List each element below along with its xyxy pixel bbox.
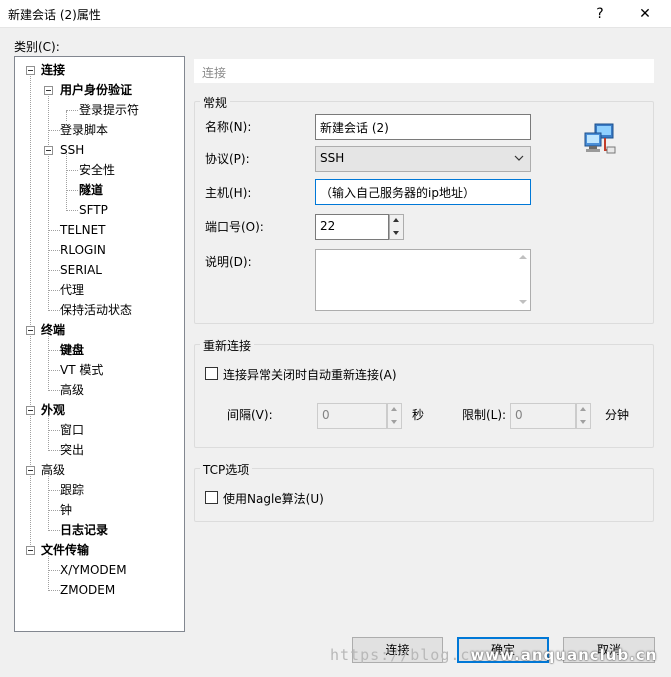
tree-item-ssh[interactable]: SSH xyxy=(60,142,84,158)
interval-spinner[interactable] xyxy=(387,403,402,429)
port-spinner[interactable] xyxy=(389,214,404,240)
reconnect-legend: 重新连接 xyxy=(200,337,255,354)
limit-unit: 分钟 xyxy=(605,408,630,422)
network-computers-icon xyxy=(584,123,616,154)
collapse-appearance-icon[interactable] xyxy=(26,406,35,415)
collapse-advanced-icon[interactable] xyxy=(26,466,35,475)
window-title: 新建会话 (2)属性 xyxy=(8,8,101,22)
limit-field[interactable]: 0 xyxy=(510,403,576,429)
tree-item-highlight[interactable]: 突出 xyxy=(60,442,84,458)
spin-up-icon[interactable] xyxy=(388,404,401,416)
port-label: 端口号(O): xyxy=(205,220,264,234)
tree-item-login-prompt[interactable]: 登录提示符 xyxy=(79,102,139,118)
tcp-legend: TCP选项 xyxy=(200,461,253,478)
protocol-value: SSH xyxy=(320,151,345,165)
description-scrollbar[interactable] xyxy=(515,250,530,310)
nagle-checkbox[interactable] xyxy=(205,491,218,504)
chevron-down-icon xyxy=(514,155,524,161)
tree-item-rlogin[interactable]: RLOGIN xyxy=(60,242,106,258)
tree-item-bell[interactable]: 钟 xyxy=(60,502,72,518)
tree-item-keyboard[interactable]: 键盘 xyxy=(60,342,84,358)
collapse-connection-icon[interactable] xyxy=(26,66,35,75)
tree-item-terminal-advanced[interactable]: 高级 xyxy=(60,382,84,398)
nagle-label[interactable]: 使用Nagle算法(U) xyxy=(223,490,324,507)
tree-item-telnet[interactable]: TELNET xyxy=(60,222,106,238)
tree-item-login-script[interactable]: 登录脚本 xyxy=(60,122,108,138)
limit-spinner[interactable] xyxy=(576,403,591,429)
tree-item-trace[interactable]: 跟踪 xyxy=(60,482,84,498)
spin-down-icon[interactable] xyxy=(390,227,403,239)
watermark: https://blog.cwww.anquanclub.cn xyxy=(330,646,657,664)
name-field[interactable]: 新建会话 (2) xyxy=(315,114,531,140)
port-field[interactable]: 22 xyxy=(315,214,389,240)
protocol-select[interactable]: SSH xyxy=(315,146,531,172)
close-button[interactable]: ✕ xyxy=(630,2,660,26)
name-label: 名称(N): xyxy=(205,120,252,134)
tree-item-window[interactable]: 窗口 xyxy=(60,422,84,438)
tree-item-vt-mode[interactable]: VT 模式 xyxy=(60,362,103,378)
watermark-site: www.anquanclub.cn xyxy=(470,646,658,664)
category-label: 类别(C): xyxy=(14,40,60,54)
interval-unit: 秒 xyxy=(412,408,425,422)
tree-item-zmodem[interactable]: ZMODEM xyxy=(60,582,115,598)
watermark-url: https://blog.c xyxy=(330,646,471,664)
tree-item-security[interactable]: 安全性 xyxy=(79,162,115,178)
general-legend: 常规 xyxy=(200,94,231,111)
description-label: 说明(D): xyxy=(205,255,252,269)
interval-field[interactable]: 0 xyxy=(317,403,387,429)
protocol-label: 协议(P): xyxy=(205,152,250,166)
tree-item-keepalive[interactable]: 保持活动状态 xyxy=(60,302,132,318)
tree-item-user-auth[interactable]: 用户身份验证 xyxy=(60,82,132,98)
tree-item-advanced[interactable]: 高级 xyxy=(41,462,65,478)
tree-item-appearance[interactable]: 外观 xyxy=(41,402,65,418)
title-bar: 新建会话 (2)属性 ? ✕ xyxy=(0,0,671,28)
collapse-ssh-icon[interactable] xyxy=(44,146,53,155)
auto-reconnect-checkbox[interactable] xyxy=(205,367,218,380)
description-field[interactable] xyxy=(315,249,531,311)
collapse-user-auth-icon[interactable] xyxy=(44,86,53,95)
limit-label: 限制(L): xyxy=(462,408,507,422)
spin-up-icon[interactable] xyxy=(577,404,590,416)
scroll-down-icon[interactable] xyxy=(515,295,530,310)
collapse-file-transfer-icon[interactable] xyxy=(26,546,35,555)
tree-item-connection[interactable]: 连接 xyxy=(41,62,65,78)
tree-item-serial[interactable]: SERIAL xyxy=(60,262,102,278)
reconnect-group xyxy=(194,344,654,448)
host-field[interactable]: （输入自己服务器的ip地址） xyxy=(315,179,531,205)
tree-item-xymodem[interactable]: X/YMODEM xyxy=(60,562,127,578)
help-button[interactable]: ? xyxy=(585,2,615,26)
scroll-up-icon[interactable] xyxy=(515,250,530,265)
pane-header: 连接 xyxy=(194,59,654,83)
interval-label: 间隔(V): xyxy=(227,408,273,422)
tree-item-file-transfer[interactable]: 文件传输 xyxy=(41,542,89,558)
spin-up-icon[interactable] xyxy=(390,215,403,227)
tree-item-tunnel[interactable]: 隧道 xyxy=(79,182,103,198)
collapse-terminal-icon[interactable] xyxy=(26,326,35,335)
tree-item-proxy[interactable]: 代理 xyxy=(60,282,84,298)
tree-item-logging[interactable]: 日志记录 xyxy=(60,522,108,538)
tree-item-sftp[interactable]: SFTP xyxy=(79,202,108,218)
auto-reconnect-label[interactable]: 连接异常关闭时自动重新连接(A) xyxy=(223,366,397,383)
host-label: 主机(H): xyxy=(205,186,252,200)
category-tree[interactable]: 连接 用户身份验证 登录提示符 登录脚本 SSH 安全性 隧道 SFTP TEL… xyxy=(14,56,185,632)
spin-down-icon[interactable] xyxy=(577,416,590,428)
spin-down-icon[interactable] xyxy=(388,416,401,428)
tree-item-terminal[interactable]: 终端 xyxy=(41,322,65,338)
